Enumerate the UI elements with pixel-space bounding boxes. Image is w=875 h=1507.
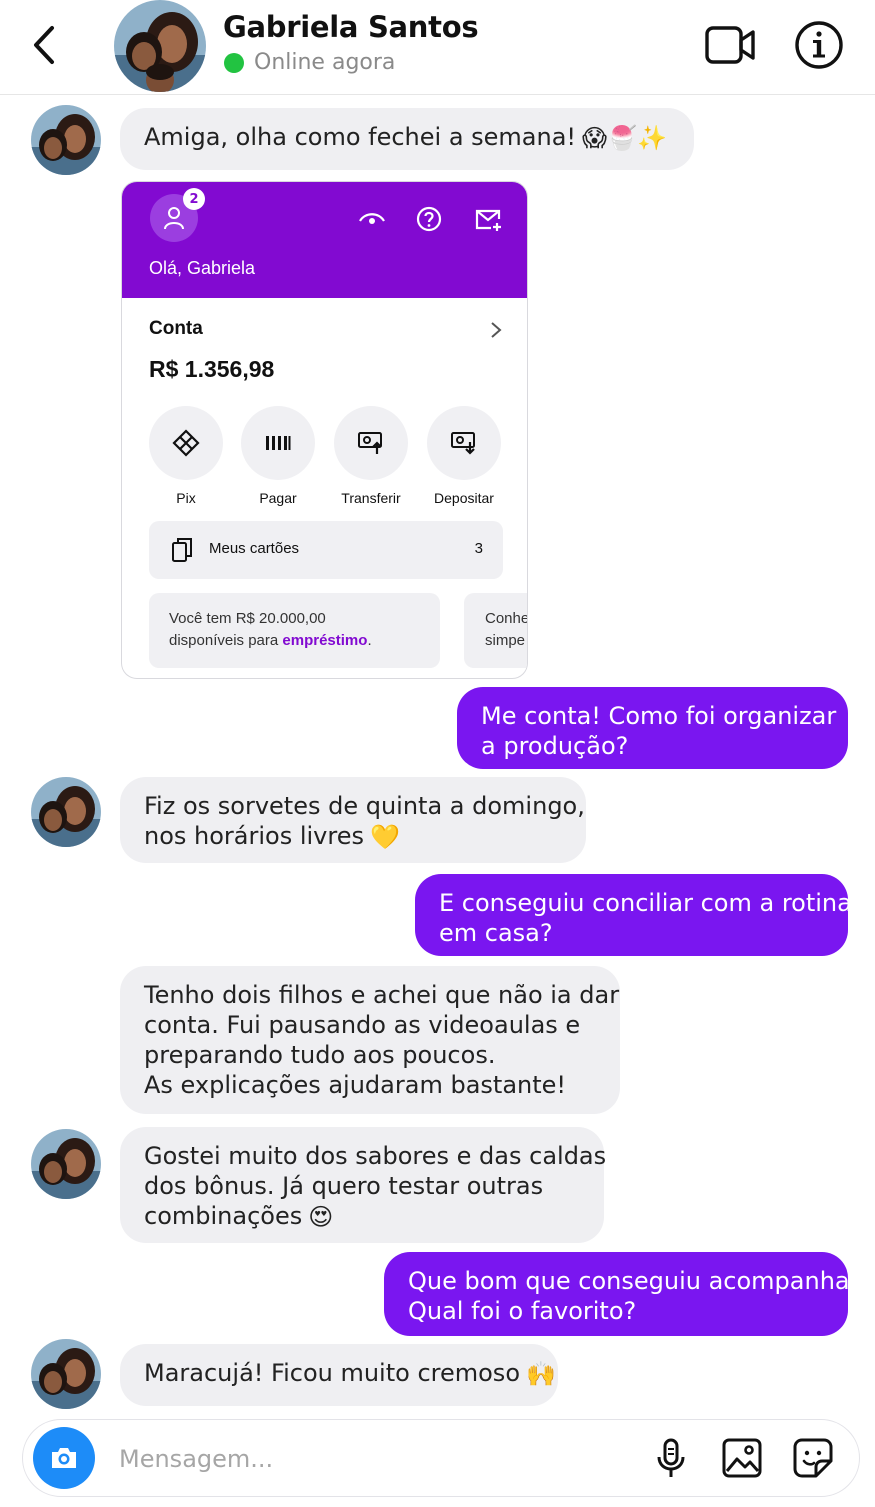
user-icon: [164, 207, 184, 230]
loan-suffix: .: [367, 632, 372, 649]
message-text: E conseguiu conciliar com a rotina: [439, 889, 852, 917]
message-text: Me conta! Como foi organizar: [481, 702, 837, 730]
chat-header: Gabriela Santos Online agora: [0, 0, 875, 95]
contact-avatar[interactable]: [31, 1129, 101, 1199]
message-emoji: 💛: [370, 823, 400, 851]
contact-avatar[interactable]: [31, 105, 101, 175]
online-dot-icon: [224, 52, 244, 73]
message-emoji: 🙌: [526, 1360, 556, 1388]
message-text: dos bônus. Já quero testar outras: [144, 1172, 544, 1200]
video-call-button[interactable]: [704, 20, 756, 70]
message-bubble[interactable]: Tenho dois filhos e achei que não ia dar…: [120, 966, 620, 1114]
contact-avatar[interactable]: [31, 777, 101, 847]
sticker-button[interactable]: [791, 1436, 835, 1480]
action-transferir: Transferir: [334, 406, 408, 506]
bank-header: 2 Olá, Gabriela: [122, 182, 527, 298]
message-text: combinações: [144, 1202, 303, 1230]
sticker-icon: [793, 1438, 833, 1478]
bank-greeting: Olá, Gabriela: [149, 258, 256, 278]
message-text: em casa?: [439, 919, 553, 947]
cards-label: Meus cartões: [209, 540, 300, 557]
loan-offer-card: Você tem R$ 20.000,00 disponíveis para e…: [149, 593, 440, 668]
message-bubble[interactable]: Maracujá! Ficou muito cremoso 🙌: [120, 1344, 558, 1406]
video-call-icon: [705, 26, 755, 64]
message-bubble[interactable]: Que bom que conseguiu acompanhar! Qual f…: [384, 1252, 870, 1336]
promo-text: Conhe: [485, 610, 528, 627]
message-bubble[interactable]: Amiga, olha como fechei a semana! 😱🍧✨: [120, 108, 694, 170]
message-bubble[interactable]: Gostei muito dos sabores e das caldas do…: [120, 1127, 607, 1243]
contact-avatar[interactable]: [31, 1339, 101, 1409]
message-text: conta. Fui pausando as videoaulas e: [144, 1011, 581, 1039]
message-composer: [22, 1419, 860, 1497]
help-icon: [416, 206, 442, 232]
chevron-right-icon: [491, 322, 502, 338]
message-emoji: 😱🍧✨: [582, 124, 667, 152]
status-text: Online agora: [254, 50, 396, 75]
message-input[interactable]: [119, 1440, 619, 1478]
back-chevron-icon: [34, 26, 54, 64]
loan-text: disponíveis para: [169, 632, 283, 649]
message-text: Amiga, olha como fechei a semana!: [144, 123, 577, 151]
message-text: Qual foi o favorito?: [408, 1297, 637, 1325]
camera-button[interactable]: [33, 1427, 95, 1489]
message-text: a produção?: [481, 732, 629, 760]
message-bubble[interactable]: Fiz os sorvetes de quinta a domingo, nos…: [120, 777, 586, 863]
loan-text: Você tem R$ 20.000,00: [169, 610, 326, 627]
microphone-button[interactable]: [649, 1436, 693, 1480]
action-label: Depositar: [434, 490, 494, 506]
message-text: Maracujá! Ficou muito cremoso: [144, 1359, 520, 1387]
action-label: Pagar: [259, 490, 297, 506]
message-text: As explicações ajudaram bastante!: [144, 1071, 567, 1099]
action-depositar: Depositar: [427, 406, 501, 506]
message-text: Fiz os sorvetes de quinta a domingo,: [144, 792, 585, 820]
message-text: Que bom que conseguiu acompanhar!: [408, 1267, 870, 1295]
promo-text: simpe: [485, 632, 526, 649]
gallery-button[interactable]: [720, 1436, 764, 1480]
promo-card: Conhe simpe: [464, 593, 528, 668]
eye-icon: [359, 213, 385, 224]
message-bubble[interactable]: E conseguiu conciliar com a rotina em ca…: [415, 874, 852, 956]
action-pagar: Pagar: [241, 406, 315, 506]
action-label: Pix: [176, 490, 196, 506]
account-label: Conta: [149, 318, 203, 339]
transfer-icon: [358, 432, 382, 454]
contact-name[interactable]: Gabriela Santos: [223, 10, 479, 44]
info-button[interactable]: [794, 20, 844, 70]
barcode-icon: [266, 436, 291, 450]
cards-icon: [172, 538, 192, 562]
info-icon: [795, 21, 843, 69]
cards-count: 3: [474, 540, 483, 557]
message-text: Tenho dois filhos e achei que não ia dar: [144, 981, 620, 1009]
camera-icon: [52, 1448, 76, 1468]
notification-badge: 2: [183, 188, 205, 210]
gallery-icon: [722, 1438, 762, 1478]
account-balance: R$ 1.356,98: [149, 356, 275, 382]
back-button[interactable]: [24, 20, 64, 70]
message-emoji: 😍: [308, 1203, 334, 1231]
pix-icon: [172, 429, 200, 457]
online-status: Online agora: [224, 50, 395, 75]
deposit-icon: [451, 432, 475, 455]
message-text: preparando tudo aos poucos.: [144, 1041, 496, 1069]
shared-bank-screenshot[interactable]: 2 Olá, Gabriela Conta R$ 1.356,98 Pix Pa…: [121, 181, 528, 679]
microphone-icon: [657, 1438, 685, 1477]
my-cards-row: Meus cartões 3: [149, 521, 503, 579]
message-text: nos horários livres: [144, 822, 364, 850]
action-label: Transferir: [341, 490, 401, 506]
action-pix: Pix: [149, 406, 223, 506]
contact-avatar[interactable]: [114, 0, 206, 92]
loan-link: empréstimo: [282, 632, 368, 649]
message-bubble[interactable]: Me conta! Como foi organizar a produção?: [457, 687, 848, 769]
message-text: Gostei muito dos sabores e das caldas: [144, 1142, 607, 1170]
mail-add-icon: [475, 209, 501, 231]
